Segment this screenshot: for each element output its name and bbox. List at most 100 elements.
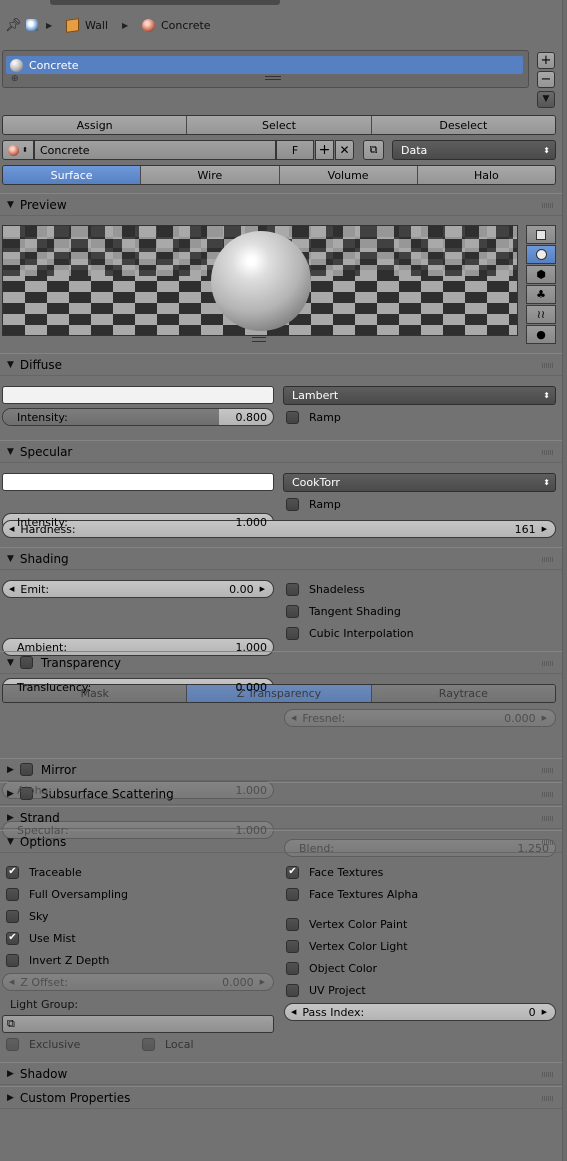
face-textures-toggle[interactable]: ✔ Face Textures: [286, 864, 383, 880]
arrow-right-icon[interactable]: ▶: [260, 585, 265, 593]
use-mist-toggle[interactable]: ✔ Use Mist: [6, 930, 76, 946]
checkbox[interactable]: [6, 1037, 19, 1051]
panel-grip-icon[interactable]: [542, 363, 554, 368]
light-group-field[interactable]: ⧉: [2, 1015, 274, 1033]
panel-grip-icon[interactable]: [542, 1096, 554, 1101]
panel-grip-icon[interactable]: [542, 661, 554, 666]
panel-grip-icon[interactable]: [542, 816, 554, 821]
arrow-right-icon[interactable]: ▶: [542, 714, 547, 722]
preview-sphere-button[interactable]: [526, 245, 556, 264]
checkbox[interactable]: [6, 909, 19, 923]
checkbox[interactable]: [6, 953, 19, 967]
mirror-enable-checkbox[interactable]: [19, 763, 33, 776]
arrow-left-icon[interactable]: ◀: [9, 978, 14, 986]
panel-grip-icon[interactable]: [542, 203, 554, 208]
material-name-field[interactable]: Concrete: [34, 140, 276, 160]
copy-material-button[interactable]: ⧉: [363, 140, 384, 160]
select-button[interactable]: Select: [187, 116, 372, 134]
invert-z-depth-toggle[interactable]: Invert Z Depth: [6, 952, 109, 968]
checkbox[interactable]: [286, 604, 299, 618]
diffuse-panel-header[interactable]: ▼ Diffuse: [0, 353, 562, 376]
specular-ramp-toggle[interactable]: Ramp: [286, 496, 341, 512]
checkbox[interactable]: [286, 626, 299, 640]
shading-panel-header[interactable]: ▼ Shading: [0, 547, 562, 570]
arrow-left-icon[interactable]: ◀: [291, 714, 296, 722]
preview-hair-button[interactable]: ≀≀: [526, 305, 556, 324]
checkbox[interactable]: [286, 917, 299, 931]
arrow-left-icon[interactable]: ◀: [9, 585, 14, 593]
new-material-button[interactable]: +: [315, 140, 334, 160]
checkbox[interactable]: [6, 887, 19, 901]
vertex-color-light-toggle[interactable]: Vertex Color Light: [286, 938, 408, 954]
panel-grip-icon[interactable]: [542, 768, 554, 773]
diffuse-ramp-toggle[interactable]: Ramp: [286, 409, 341, 425]
specular-shader-dropdown[interactable]: CookTorr ⬍: [283, 473, 556, 492]
tangent-shading-toggle[interactable]: Tangent Shading: [286, 603, 401, 619]
mirror-panel-header[interactable]: ▶ Mirror: [0, 758, 562, 781]
cubic-interpolation-toggle[interactable]: Cubic Interpolation: [286, 625, 414, 641]
add-slot-button[interactable]: +: [537, 52, 555, 69]
panel-grip-icon[interactable]: [542, 450, 554, 455]
arrow-right-icon[interactable]: ▶: [542, 1008, 547, 1016]
link-dropdown[interactable]: Data ⬍: [392, 140, 556, 160]
specular-panel-header[interactable]: ▼ Specular: [0, 440, 562, 463]
pin-icon[interactable]: 📌︎: [5, 18, 22, 33]
checkbox-checked[interactable]: ✔: [6, 865, 19, 879]
vertex-color-paint-toggle[interactable]: Vertex Color Paint: [286, 916, 407, 932]
arrow-right-icon[interactable]: ▶: [260, 978, 265, 986]
preview-panel-header[interactable]: ▼ Preview: [0, 193, 562, 216]
checkbox[interactable]: [286, 983, 299, 997]
transparency-panel-header[interactable]: ▼ Transparency: [0, 651, 562, 674]
tab-z-transparency[interactable]: Z Transparency: [187, 685, 372, 702]
local-toggle[interactable]: Local: [142, 1036, 194, 1052]
list-resize-grip[interactable]: [265, 76, 281, 80]
remove-slot-button[interactable]: −: [537, 71, 555, 88]
panel-grip-icon[interactable]: [542, 792, 554, 797]
checkbox-checked[interactable]: ✔: [286, 865, 299, 879]
options-panel-header[interactable]: ▼ Options: [0, 830, 562, 853]
unlink-material-button[interactable]: ✕: [335, 140, 354, 160]
checkbox[interactable]: [286, 582, 299, 596]
sky-toggle[interactable]: Sky: [6, 908, 48, 924]
preview-plane-button[interactable]: [526, 225, 556, 244]
panel-grip-icon[interactable]: [542, 1072, 554, 1077]
object-color-toggle[interactable]: Object Color: [286, 960, 377, 976]
fake-user-toggle[interactable]: F: [276, 140, 314, 160]
face-textures-alpha-toggle[interactable]: Face Textures Alpha: [286, 886, 418, 902]
preview-cube-button[interactable]: ⬢: [526, 265, 556, 284]
z-offset-field[interactable]: ◀ Z Offset: 0.000 ▶: [2, 973, 274, 991]
checkbox[interactable]: [286, 939, 299, 953]
pass-index-field[interactable]: ◀ Pass Index: 0 ▶: [284, 1003, 556, 1021]
browse-material-button[interactable]: ⬍: [2, 140, 34, 160]
diffuse-color-swatch[interactable]: [2, 386, 274, 404]
sss-panel-header[interactable]: ▶ Subsurface Scattering: [0, 782, 562, 805]
panel-grip-icon[interactable]: [542, 557, 554, 562]
strand-panel-header[interactable]: ▶ Strand: [0, 806, 562, 829]
full-oversampling-toggle[interactable]: Full Oversampling: [6, 886, 128, 902]
material-slot-item[interactable]: Concrete: [6, 56, 523, 74]
specular-color-swatch[interactable]: [2, 473, 274, 491]
checkbox[interactable]: [286, 887, 299, 901]
scrollbar[interactable]: [562, 0, 567, 1161]
transparency-enable-checkbox[interactable]: [19, 656, 33, 669]
filter-options-icon[interactable]: ⊕: [11, 74, 19, 84]
tab-volume[interactable]: Volume: [279, 166, 418, 184]
shadow-panel-header[interactable]: ▶ Shadow: [0, 1062, 562, 1085]
diffuse-intensity-slider[interactable]: Intensity: 0.800: [2, 408, 274, 426]
checkbox[interactable]: [142, 1037, 155, 1051]
preview-monkey-button[interactable]: ♣: [526, 285, 556, 304]
arrow-left-icon[interactable]: ◀: [291, 1008, 296, 1016]
checkbox[interactable]: [286, 961, 299, 975]
tab-surface[interactable]: Surface: [3, 166, 142, 184]
arrow-left-icon[interactable]: ◀: [9, 525, 14, 533]
fresnel-field[interactable]: ◀ Fresnel: 0.000 ▶: [284, 709, 556, 727]
tab-halo[interactable]: Halo: [417, 166, 555, 184]
diffuse-shader-dropdown[interactable]: Lambert ⬍: [283, 386, 556, 405]
exclusive-toggle[interactable]: Exclusive: [6, 1036, 80, 1052]
preview-resize-grip[interactable]: [252, 337, 266, 342]
traceable-toggle[interactable]: ✔ Traceable: [6, 864, 82, 880]
custom-properties-panel-header[interactable]: ▶ Custom Properties: [0, 1086, 562, 1109]
tab-raytrace[interactable]: Raytrace: [371, 685, 555, 702]
emit-field[interactable]: ◀ Emit: 0.00 ▶: [2, 580, 274, 598]
uv-project-toggle[interactable]: UV Project: [286, 982, 366, 998]
